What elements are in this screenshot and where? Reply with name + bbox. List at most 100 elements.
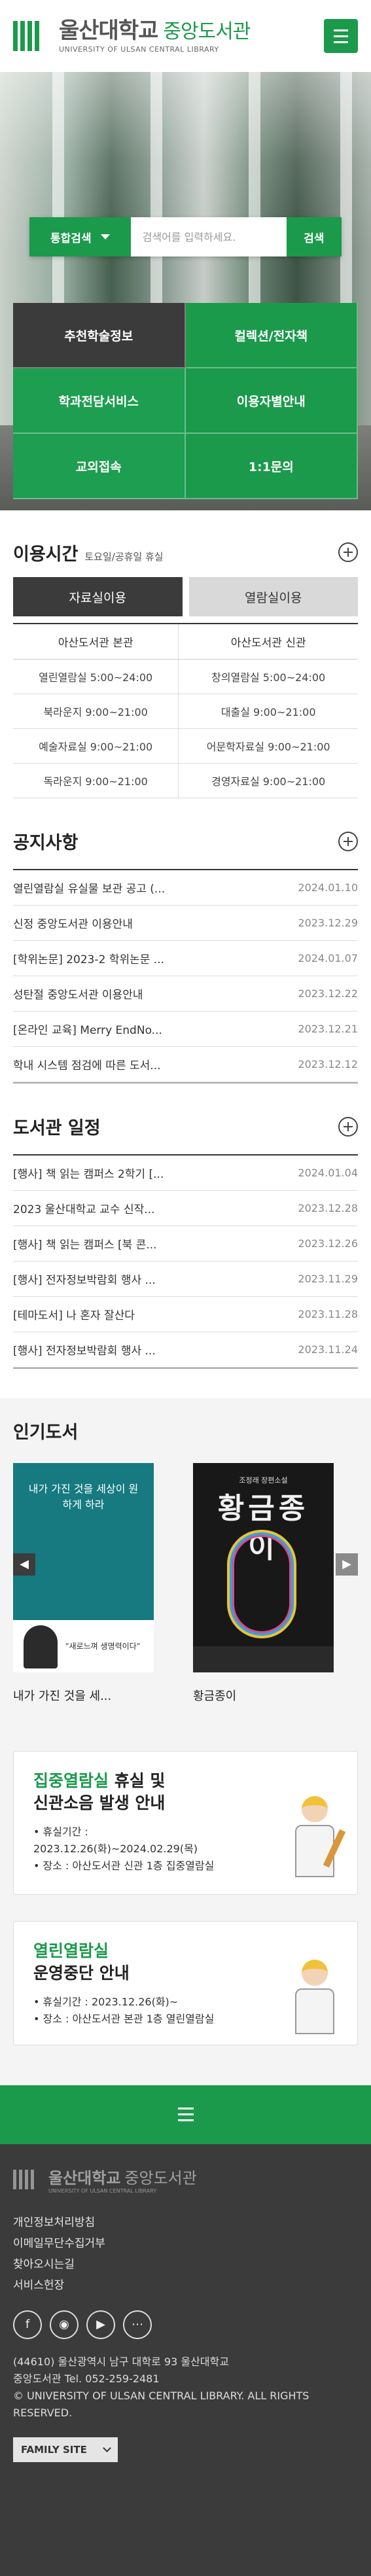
book-cover-image[interactable]: 조정래 장편소설 황금종이 xyxy=(193,1462,334,1672)
hours-cell: 열린열람실 5:00~24:00 xyxy=(13,659,179,694)
chat-icon[interactable]: ⋯ xyxy=(123,2310,152,2339)
book-cover-title: 내가 가진 것을 세상이 원하게 하라 xyxy=(28,1482,139,1511)
quick-link-user-guide[interactable]: 이용자별안내 xyxy=(185,368,358,434)
list-item[interactable]: 성탄절 중앙도서관 이용안내 2023.12.22 xyxy=(13,976,358,1012)
notice-title[interactable]: 성탄절 중앙도서관 이용안내 xyxy=(13,985,143,1002)
notice-title[interactable]: 학내 시스템 점검에 따른 도서... xyxy=(13,1056,161,1072)
carousel-prev-arrow-icon[interactable]: ◀ xyxy=(13,1553,35,1576)
list-item[interactable]: [행사] 책 읽는 캠퍼스 2학기 [... 2024.01.04 xyxy=(13,1156,358,1191)
book-title[interactable]: 내가 가진 것을 세... xyxy=(13,1687,154,1704)
quick-link-recommended[interactable]: 추천학술정보 xyxy=(13,303,186,368)
notice-card-title-highlight: 집중열람실 xyxy=(33,1771,109,1790)
notices-more-plus-icon[interactable] xyxy=(338,831,358,851)
notice-card-title: 휴실 및 xyxy=(109,1771,166,1790)
hours-title: 이용시간 xyxy=(13,544,79,565)
carousel-next-arrow-icon[interactable]: ▶ xyxy=(336,1553,358,1576)
hours-cell: 독라운지 9:00~21:00 xyxy=(13,763,179,798)
schedule-date: 2024.01.04 xyxy=(298,1166,358,1179)
table-row: 예술자료실 9:00~21:00 어문학자료실 9:00~21:00 xyxy=(13,728,358,764)
hours-column-new: 아산도서관 신관 xyxy=(178,624,358,660)
footer-link-privacy[interactable]: 개인정보처리방침 xyxy=(13,2212,358,2233)
schedule-more-plus-icon[interactable] xyxy=(338,1116,358,1137)
schedule-date: 2023.11.28 xyxy=(298,1307,358,1320)
hamburger-menu-button[interactable] xyxy=(324,19,358,53)
notice-title[interactable]: 열린열람실 유실물 보관 공고 (... xyxy=(13,879,165,896)
list-item[interactable]: [온라인 교육] Merry EndNo... 2023.12.21 xyxy=(13,1012,358,1047)
table-row: 북라운지 9:00~21:00 대출실 9:00~21:00 xyxy=(13,694,358,729)
chevron-down-icon xyxy=(103,2443,111,2452)
list-item[interactable]: 열린열람실 유실물 보관 공고 (... 2024.01.10 xyxy=(13,870,358,906)
logo-mark-icon xyxy=(13,2169,42,2189)
list-item[interactable]: 2023 울산대학교 교수 신작... 2023.12.28 xyxy=(13,1191,358,1226)
book-card[interactable]: 조정래 장편소설 황금종이 황금종이 xyxy=(193,1462,334,1704)
book-card[interactable]: 내가 가진 것을 세상이 원하게 하라 "새로느껴 생명력이다" 내가 가진 것… xyxy=(13,1462,154,1704)
search-type-select[interactable]: 통합검색 xyxy=(29,217,131,256)
footer-link-email-policy[interactable]: 이메일무단수집거부 xyxy=(13,2233,358,2254)
notice-title[interactable]: 신정 중앙도서관 이용안내 xyxy=(13,915,133,931)
notice-date: 2023.12.21 xyxy=(298,1022,358,1035)
schedule-title-text[interactable]: 2023 울산대학교 교수 신작... xyxy=(13,1200,154,1216)
schedule-title-text[interactable]: [테마도서] 나 혼자 잘산다 xyxy=(13,1306,135,1322)
site-logo[interactable]: 울산대학교 중앙도서관 UNIVERSITY OF ULSAN CENTRAL L… xyxy=(13,19,251,54)
list-item[interactable]: [행사] 전자정보박람회 행사 ... 2023.11.24 xyxy=(13,1332,358,1367)
search-button[interactable]: 검색 xyxy=(285,217,342,256)
notices-title: 공지사항 xyxy=(13,833,79,853)
footer-logo-subtitle: 중앙도서관 xyxy=(124,2168,197,2187)
search-bar: 통합검색 검색 xyxy=(29,217,342,256)
notice-card[interactable]: 집중열람실 휴실 및 신관소음 발생 안내 • 휴실기간 : 2023.12.26… xyxy=(13,1750,358,1895)
notice-title[interactable]: [온라인 교육] Merry EndNo... xyxy=(13,1021,162,1037)
footer-logo: 울산대학교 중앙도서관 UNIVERSITY OF ULSAN CENTRAL L… xyxy=(13,2165,358,2194)
quick-link-remote-access[interactable]: 교외접속 xyxy=(13,434,186,499)
book-cover-quote: "새로느껴 생명력이다" xyxy=(65,1641,141,1651)
schedule-title-text[interactable]: [행사] 책 읽는 캠퍼스 2학기 [... xyxy=(13,1165,164,1181)
schedule-title-text[interactable]: [행사] 전자정보박람회 행사 ... xyxy=(13,1341,156,1358)
notice-card-title-line2: 신관소음 발생 안내 xyxy=(33,1793,166,1812)
quick-link-department[interactable]: 학과전담서비스 xyxy=(13,368,186,434)
logo-english: UNIVERSITY OF ULSAN CENTRAL LIBRARY xyxy=(59,44,219,54)
schedule-date: 2023.12.26 xyxy=(298,1237,358,1250)
schedule-title-text[interactable]: [행사] 전자정보박람회 행사 ... xyxy=(13,1271,156,1287)
notice-card[interactable]: 열린열람실 운영중단 안내 • 휴실기간 : 2023.12.26(화)~ • 장… xyxy=(13,1920,358,2045)
notices-section: 공지사항 열린열람실 유실물 보관 공고 (... 2024.01.10 신정 중… xyxy=(0,822,371,1084)
notices-list: 열린열람실 유실물 보관 공고 (... 2024.01.10 신정 중앙도서관 … xyxy=(13,868,358,1084)
quick-link-inquiry[interactable]: 1:1문의 xyxy=(185,434,358,499)
search-type-label: 통합검색 xyxy=(50,232,92,245)
book-title[interactable]: 황금종이 xyxy=(193,1687,334,1704)
footer-menu-button[interactable] xyxy=(0,2085,371,2144)
schedule-title-text[interactable]: [행사] 책 읽는 캠퍼스 [북 콘... xyxy=(13,1235,157,1252)
family-site-label: FAMILY SITE xyxy=(21,2443,87,2456)
tab-reading-room-study[interactable]: 열람실이용 xyxy=(188,577,358,616)
site-header: 울산대학교 중앙도서관 UNIVERSITY OF ULSAN CENTRAL L… xyxy=(0,0,371,72)
construction-worker-icon xyxy=(285,1953,344,2038)
footer-link-service-charter[interactable]: 서비스헌장 xyxy=(13,2275,358,2296)
facebook-icon[interactable]: f xyxy=(13,2310,42,2339)
list-item[interactable]: 신정 중앙도서관 이용안내 2023.12.29 xyxy=(13,906,358,941)
list-item[interactable]: [행사] 전자정보박람회 행사 ... 2023.11.29 xyxy=(13,1262,358,1297)
list-item[interactable]: [학위논문] 2023-2 학위논문 ... 2024.01.07 xyxy=(13,941,358,976)
footer-link-directions[interactable]: 찾아오시는길 xyxy=(13,2254,358,2275)
notice-card-title-line2: 운영중단 안내 xyxy=(33,1963,130,1983)
list-item[interactable]: [행사] 책 읽는 캠퍼스 [북 콘... 2023.12.26 xyxy=(13,1226,358,1262)
hours-cell: 경영자료실 9:00~21:00 xyxy=(178,763,358,798)
schedule-date: 2023.12.28 xyxy=(298,1201,358,1214)
schedule-section: 도서관 일정 [행사] 책 읽는 캠퍼스 2학기 [... 2024.01.04 … xyxy=(0,1107,371,1369)
footer-links: 개인정보처리방침 이메일무단수집거부 찾아오시는길 서비스헌장 xyxy=(13,2212,358,2296)
family-site-select[interactable]: FAMILY SITE xyxy=(13,2437,118,2462)
hours-table: 아산도서관 본관 아산도서관 신관 열린열람실 5:00~24:00 창의열람실 … xyxy=(13,623,358,798)
list-item[interactable]: 학내 시스템 점검에 따른 도서... 2023.12.12 xyxy=(13,1047,358,1082)
notice-date: 2024.01.10 xyxy=(298,881,358,894)
list-item[interactable]: [테마도서] 나 혼자 잘산다 2023.11.28 xyxy=(13,1297,358,1332)
quick-link-collection[interactable]: 컬렉션/전자책 xyxy=(185,303,358,368)
notice-card-title-highlight: 열린열람실 xyxy=(33,1941,109,1960)
hours-more-plus-icon[interactable] xyxy=(338,542,358,562)
notice-title[interactable]: [학위논문] 2023-2 학위논문 ... xyxy=(13,950,164,966)
search-input[interactable] xyxy=(130,217,285,256)
hours-cell: 북라운지 9:00~21:00 xyxy=(13,694,179,729)
youtube-icon[interactable]: ▶ xyxy=(86,2310,115,2339)
instagram-icon[interactable]: ◉ xyxy=(50,2310,79,2339)
hours-cell: 예술자료실 9:00~21:00 xyxy=(13,728,179,764)
hero-banner: 통합검색 검색 추천학술정보 컬렉션/전자책 학과전담서비스 이용자별안내 교외… xyxy=(0,72,371,510)
book-carousel: 내가 가진 것을 세상이 원하게 하라 "새로느껴 생명력이다" 내가 가진 것… xyxy=(13,1462,358,1751)
tab-reading-room-materials[interactable]: 자료실이용 xyxy=(13,577,183,616)
table-row: 독라운지 9:00~21:00 경영자료실 9:00~21:00 xyxy=(13,763,358,798)
